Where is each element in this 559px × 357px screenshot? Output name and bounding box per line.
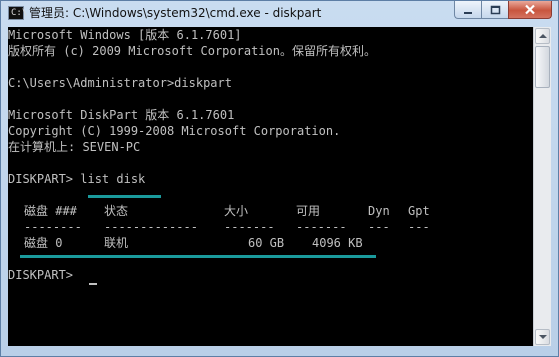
console-line: C:\Users\Administrator>diskpart bbox=[8, 76, 232, 90]
vertical-scrollbar[interactable] bbox=[533, 27, 551, 346]
console-output[interactable]: Microsoft Windows [版本 6.1.7601] 版权所有 (c)… bbox=[8, 27, 533, 346]
console-line: 在计算机上: SEVEN-PC bbox=[8, 140, 141, 154]
table-header-row: 磁盘 ### 状态 大小 可用 Dyn Gpt bbox=[8, 203, 533, 219]
text-cursor bbox=[89, 283, 97, 285]
cell-status: 联机 bbox=[104, 236, 129, 250]
maximize-button[interactable] bbox=[481, 1, 508, 19]
table-separator-row: -------- ------------- ------- ------- -… bbox=[8, 219, 533, 235]
arrow-up-icon bbox=[539, 34, 547, 38]
header-size: 大小 bbox=[224, 204, 249, 218]
disk-row-highlight-underline bbox=[20, 255, 376, 258]
header-dyn: Dyn bbox=[368, 204, 390, 218]
console-line: Microsoft Windows [版本 6.1.7601] bbox=[8, 28, 242, 42]
scroll-thumb[interactable] bbox=[535, 46, 550, 88]
command-highlight-underline bbox=[88, 195, 161, 198]
separator-status: ------------- bbox=[104, 220, 198, 234]
separator-dyn: --- bbox=[368, 220, 390, 234]
console-line: Copyright (C) 1999-2008 Microsoft Corpor… bbox=[8, 124, 341, 138]
arrow-down-icon bbox=[539, 335, 547, 339]
separator-free: ------- bbox=[296, 220, 347, 234]
scroll-down-button[interactable] bbox=[535, 329, 550, 345]
console-line: 版权所有 (c) 2009 Microsoft Corporation。保留所有… bbox=[8, 44, 376, 58]
cmd-window: C:\ 管理员: C:\Windows\system32\cmd.exe - d… bbox=[0, 0, 559, 357]
header-gpt: Gpt bbox=[408, 204, 430, 218]
cell-size: 60 GB bbox=[248, 236, 285, 250]
header-free: 可用 bbox=[296, 204, 321, 218]
window-title: 管理员: C:\Windows\system32\cmd.exe - diskp… bbox=[29, 6, 322, 20]
separator-disk: -------- bbox=[24, 220, 82, 234]
minimize-button[interactable] bbox=[454, 1, 481, 19]
separator-size: ------- bbox=[224, 220, 275, 234]
close-button[interactable] bbox=[508, 1, 552, 19]
header-status: 状态 bbox=[104, 204, 129, 218]
separator-gpt: --- bbox=[408, 220, 430, 234]
console-line: Microsoft DiskPart 版本 6.1.7601 bbox=[8, 108, 235, 122]
scroll-up-button[interactable] bbox=[535, 28, 550, 44]
window-controls bbox=[454, 1, 552, 21]
table-row: 磁盘 0 联机 60 GB 4096 KB bbox=[8, 235, 533, 251]
title-bar[interactable]: C:\ 管理员: C:\Windows\system32\cmd.exe - d… bbox=[1, 1, 558, 27]
console-line: DISKPART> list disk bbox=[8, 172, 146, 186]
close-icon bbox=[525, 4, 535, 15]
minimize-icon bbox=[464, 11, 472, 14]
header-disk: 磁盘 ### bbox=[24, 204, 77, 218]
cell-disk: 磁盘 0 bbox=[24, 236, 63, 250]
prompt-line: DISKPART> bbox=[8, 268, 81, 282]
maximize-icon bbox=[490, 5, 500, 14]
cmd-icon-glyph: C:\ bbox=[11, 8, 28, 18]
cmd-app-icon[interactable]: C:\ bbox=[8, 6, 28, 20]
cell-free: 4096 KB bbox=[312, 236, 363, 250]
